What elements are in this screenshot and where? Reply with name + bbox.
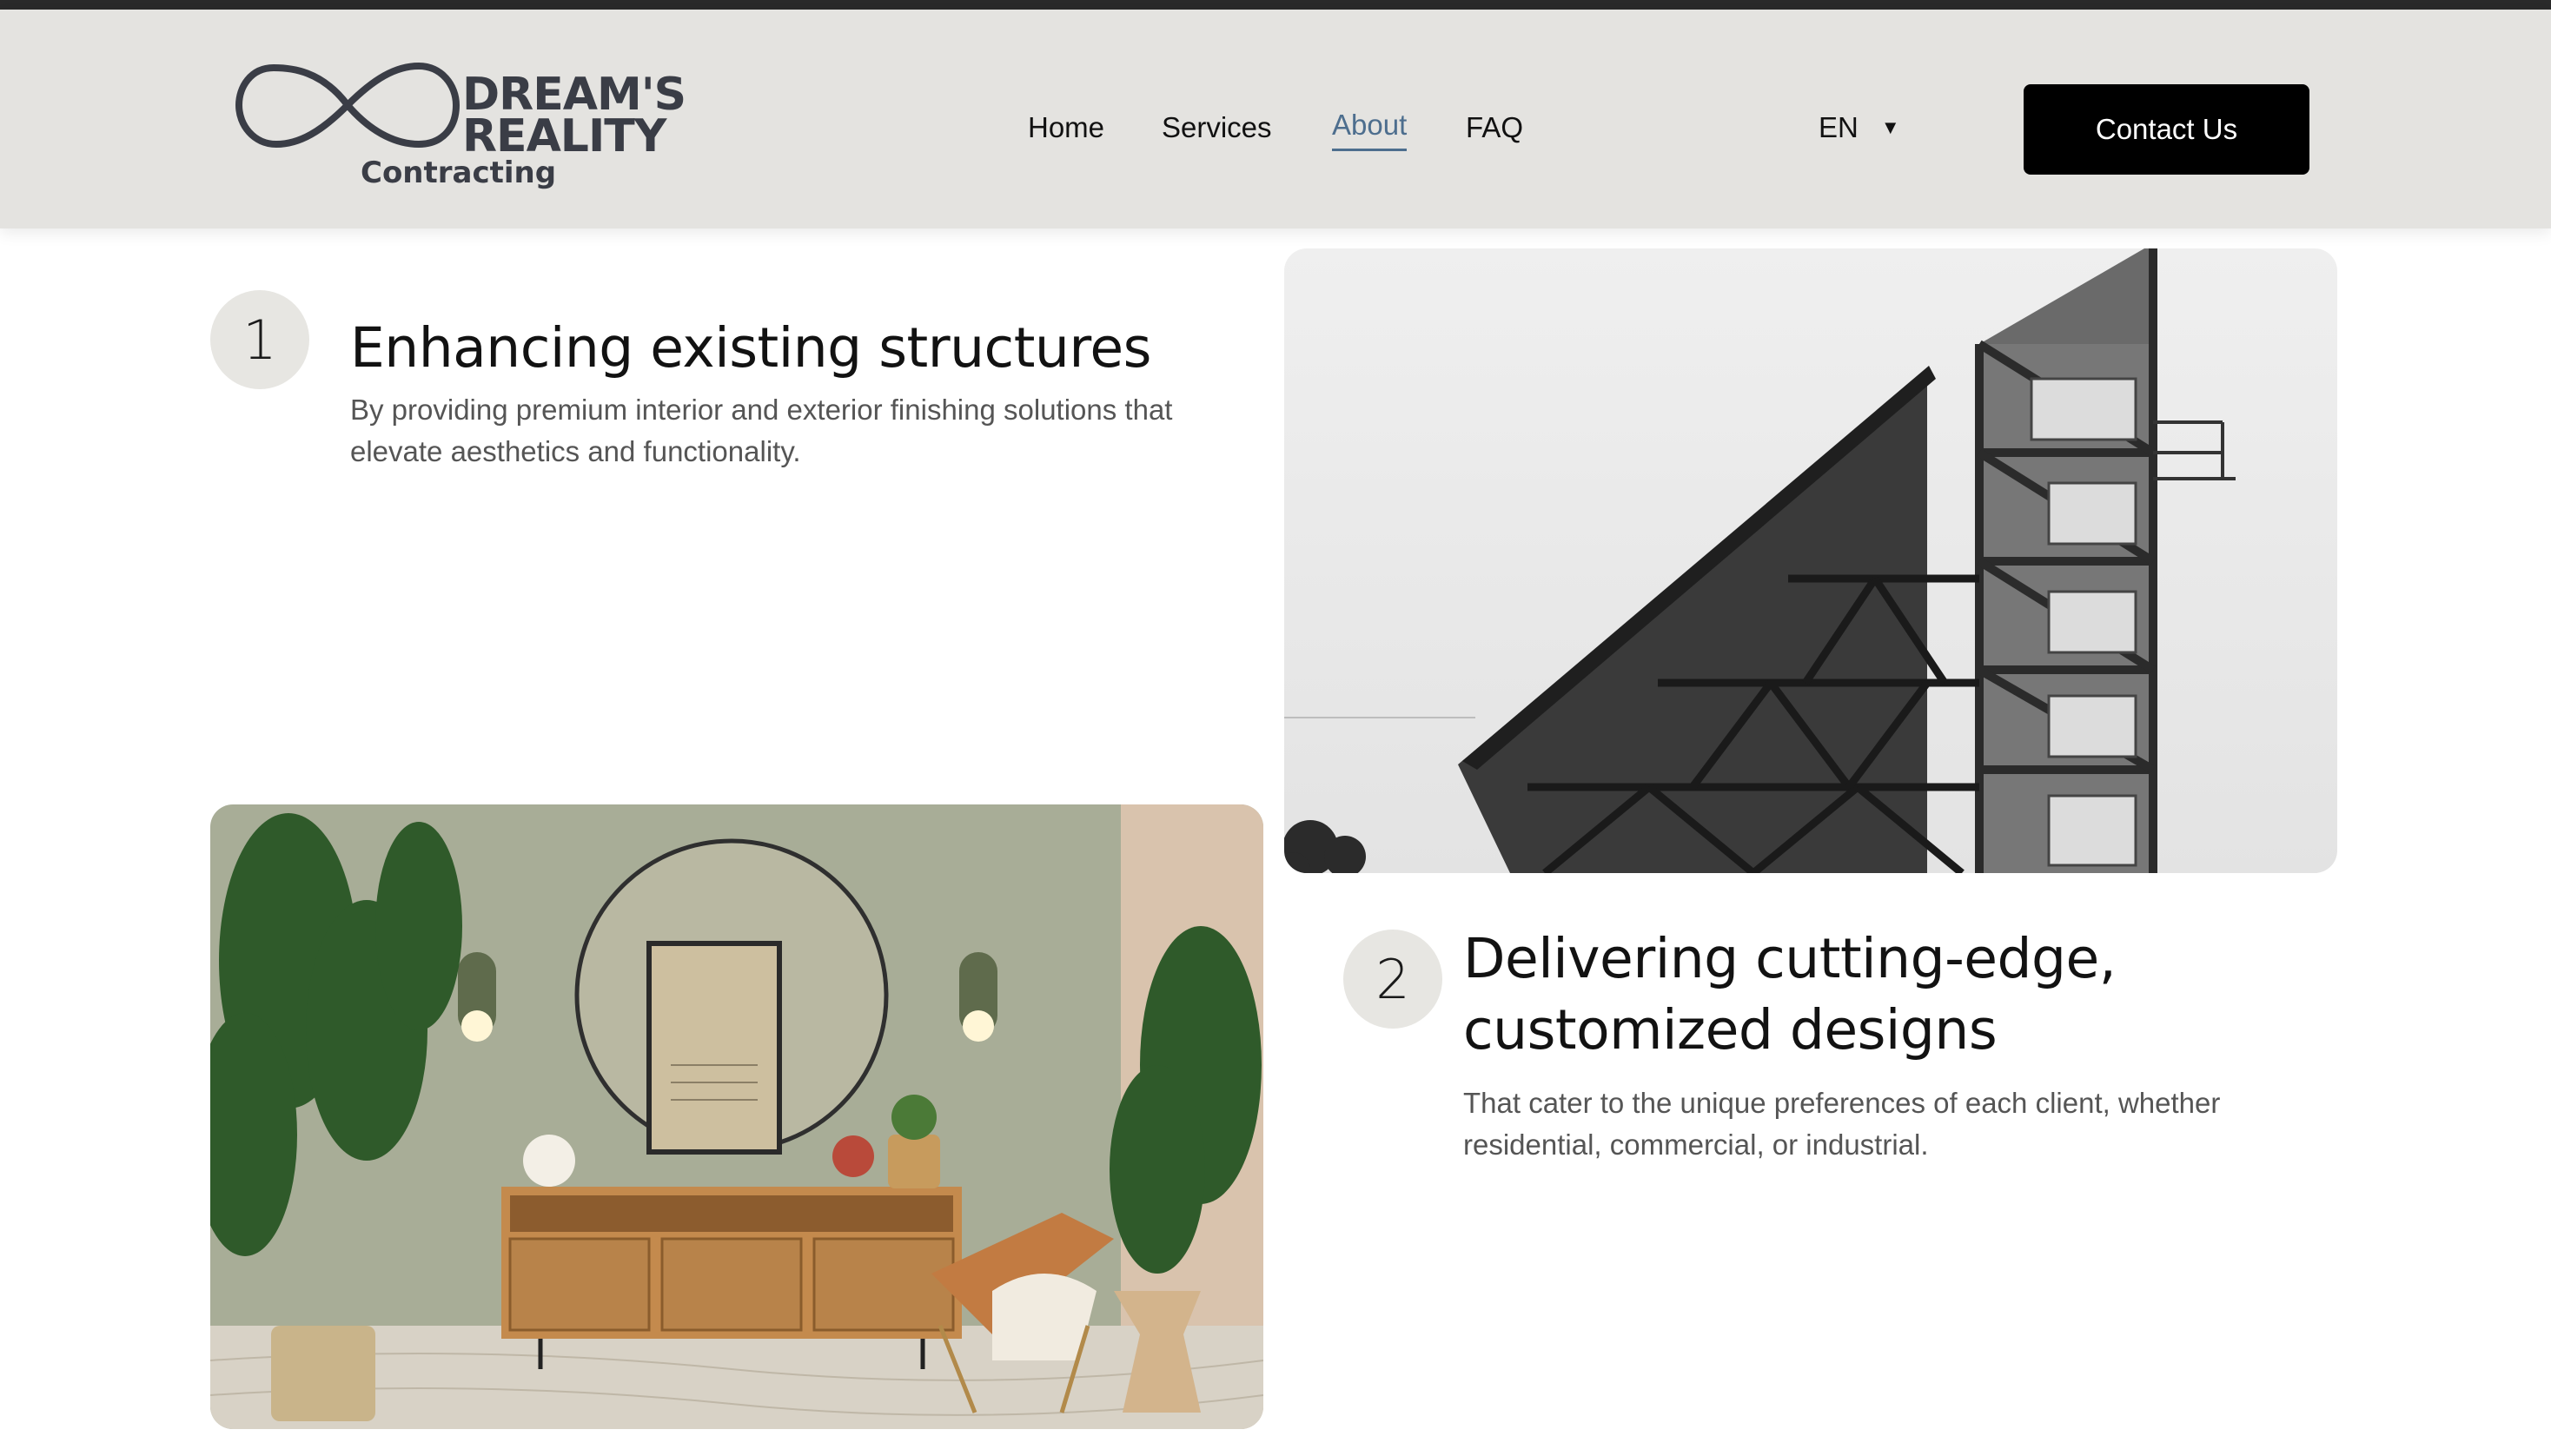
feature-description-2: That cater to the unique preferences of … — [1463, 1087, 2221, 1161]
logo-line-2: REALITY — [462, 110, 666, 162]
feature-description-1: By providing premium interior and exteri… — [350, 394, 1173, 467]
caret-down-icon: ▼ — [1880, 116, 1900, 138]
nav-services[interactable]: Services — [1162, 102, 1272, 154]
infinity-icon — [235, 62, 461, 149]
logo[interactable]: DREAM'S REALITY Contracting — [235, 57, 686, 196]
logo-line-3: Contracting — [361, 156, 557, 190]
nav-faq[interactable]: FAQ — [1466, 102, 1523, 154]
language-code: EN — [1819, 111, 1859, 143]
feature-title-1: Enhancing existing structures — [350, 316, 1151, 380]
nav-home[interactable]: Home — [1028, 102, 1104, 154]
nav-about[interactable]: About — [1332, 102, 1408, 151]
site-header: DREAM'S REALITY Contracting Home Service… — [0, 10, 2551, 228]
building-photo — [1284, 248, 2337, 873]
language-selector[interactable]: EN ▼ — [1819, 103, 1900, 152]
feature-number-2: 2 — [1343, 930, 1442, 1029]
interior-photo — [210, 804, 1263, 1429]
contact-us-button[interactable]: Contact Us — [2024, 84, 2309, 175]
feature-number-1: 1 — [210, 290, 309, 389]
feature-title-2: Delivering cutting-edge, customized desi… — [1463, 927, 2117, 1062]
top-border — [0, 0, 2551, 10]
